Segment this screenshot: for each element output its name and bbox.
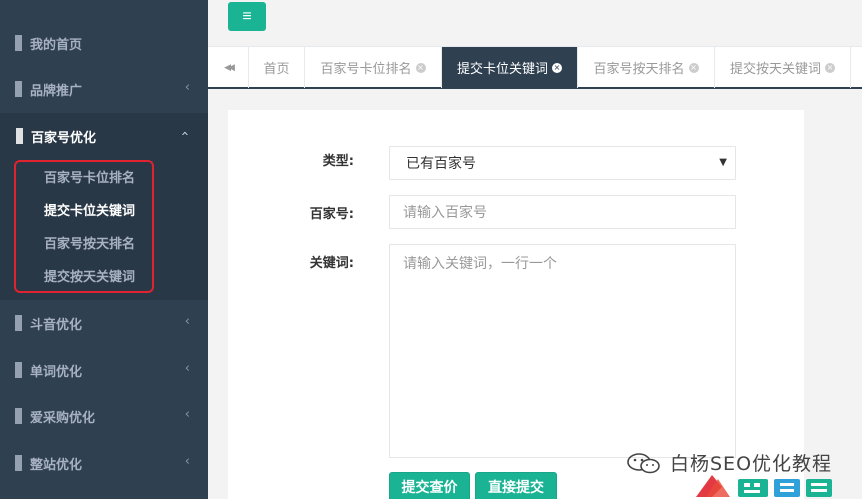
topbar: ≡ <box>208 0 862 46</box>
chevron-left-icon: ‹ <box>184 454 190 469</box>
sidebar-item-aicaigou[interactable]: 爱采购优化 ‹ <box>0 393 208 439</box>
double-chevron-left-icon: ◀◀ <box>224 62 235 73</box>
word-icon <box>15 362 22 378</box>
chevron-left-icon: ‹ <box>184 314 190 329</box>
tab-label: 百家号按天排名 <box>593 62 685 77</box>
chevron-down-icon: ▼ <box>719 157 727 168</box>
tab-scroll-left-button[interactable]: ◀◀ <box>208 47 249 88</box>
sidebar-item-baijiahao[interactable]: 百家号优化 ‹ <box>0 113 208 159</box>
sidebar-item-brand[interactable]: 品牌推广 ‹ <box>0 66 208 112</box>
baijiahao-icon <box>16 128 23 144</box>
chevron-left-icon: ‹ <box>184 80 190 95</box>
sidebar-item-label: 斗音优化 <box>30 317 83 333</box>
tab-label: 首页 <box>263 62 290 77</box>
brand-icon <box>15 81 22 97</box>
sidebar-item-label: 爱采购优化 <box>30 410 96 426</box>
form-panel: 类型: 已有百家号 ▼ 百家号: 请输入百家号 关键词: 请输入关键词，一行一个… <box>228 110 804 499</box>
submit-query-button[interactable]: 提交查价 <box>389 472 470 499</box>
submenu-item-submit-keywords[interactable]: 提交卡位关键词 <box>44 200 135 220</box>
close-icon[interactable]: × <box>552 62 562 73</box>
baijiahao-submenu: 百家号卡位排名 提交卡位关键词 百家号按天排名 提交按天关键词 <box>0 156 208 300</box>
baijiahao-label: 百家号: <box>309 207 354 222</box>
direct-submit-button[interactable]: 直接提交 <box>475 472 557 499</box>
submenu-item-daily-ranking[interactable]: 百家号按天排名 <box>44 233 135 253</box>
sidebar-item-douyin[interactable]: 斗音优化 ‹ <box>0 300 208 346</box>
keywords-label: 关键词: <box>309 256 354 271</box>
sidebar-item-label: 整站优化 <box>30 457 83 473</box>
sidebar-item-word[interactable]: 单词优化 ‹ <box>0 347 208 393</box>
close-icon[interactable]: × <box>415 62 426 73</box>
tab-home[interactable]: 首页 <box>249 47 305 88</box>
aicaigou-icon <box>15 408 22 424</box>
sidebar-item-home[interactable]: 我的首页 <box>0 20 208 66</box>
tab-baijiahao-ranking[interactable]: 百家号卡位排名 × <box>305 47 442 88</box>
sidebar: 我的首页 品牌推广 ‹ 百家号优化 ‹ 百家号卡位排名 提交卡位关键词 百家号按… <box>0 0 208 499</box>
tab-label: 百家号卡位排名 <box>320 62 412 77</box>
chevron-left-icon: ‹ <box>184 361 190 376</box>
menu-toggle-button[interactable]: ≡ <box>228 2 266 31</box>
sidebar-item-label: 我的首页 <box>30 37 83 53</box>
keywords-textarea[interactable]: 请输入关键词，一行一个 <box>389 244 736 458</box>
keywords-placeholder: 请输入关键词，一行一个 <box>403 256 557 272</box>
tab-daily-keywords[interactable]: 提交按天关键词 × <box>715 47 851 88</box>
brand-logo-icon <box>696 475 832 497</box>
tab-label: 提交卡位关键词 <box>456 62 548 77</box>
tab-daily-ranking[interactable]: 百家号按天排名 × <box>578 47 715 88</box>
tab-label: 提交按天关键词 <box>729 62 821 77</box>
sidebar-item-label: 品牌推广 <box>30 83 83 99</box>
submenu-item-daily-keywords[interactable]: 提交按天关键词 <box>44 266 135 286</box>
site-icon <box>15 455 22 471</box>
close-icon[interactable]: × <box>825 62 835 73</box>
sidebar-item-label: 单词优化 <box>30 364 83 380</box>
submenu-item-ranking[interactable]: 百家号卡位排名 <box>44 167 135 187</box>
type-select-value: 已有百家号 <box>406 156 476 172</box>
watermark: 白杨SEO优化教程 <box>626 449 862 499</box>
douyin-icon <box>15 315 22 331</box>
hamburger-icon: ≡ <box>242 7 252 25</box>
baijiahao-input[interactable]: 请输入百家号 <box>389 195 736 229</box>
tab-bar: ◀◀ 首页 百家号卡位排名 × 提交卡位关键词 × 百家号按天排名 × 提交按天… <box>208 46 862 89</box>
wechat-icon <box>627 453 660 474</box>
baijiahao-placeholder: 请输入百家号 <box>403 205 487 221</box>
sidebar-item-site[interactable]: 整站优化 ‹ <box>0 440 208 486</box>
chevron-left-icon: ‹ <box>184 407 190 422</box>
tab-submit-keywords[interactable]: 提交卡位关键词 × <box>442 47 578 88</box>
type-label: 类型: <box>322 154 354 169</box>
chevron-down-icon: ‹ <box>176 130 192 137</box>
sidebar-item-label: 百家号优化 <box>31 130 97 146</box>
type-select[interactable]: 已有百家号 ▼ <box>389 146 736 180</box>
close-icon[interactable]: × <box>688 62 699 73</box>
home-icon <box>15 35 22 51</box>
